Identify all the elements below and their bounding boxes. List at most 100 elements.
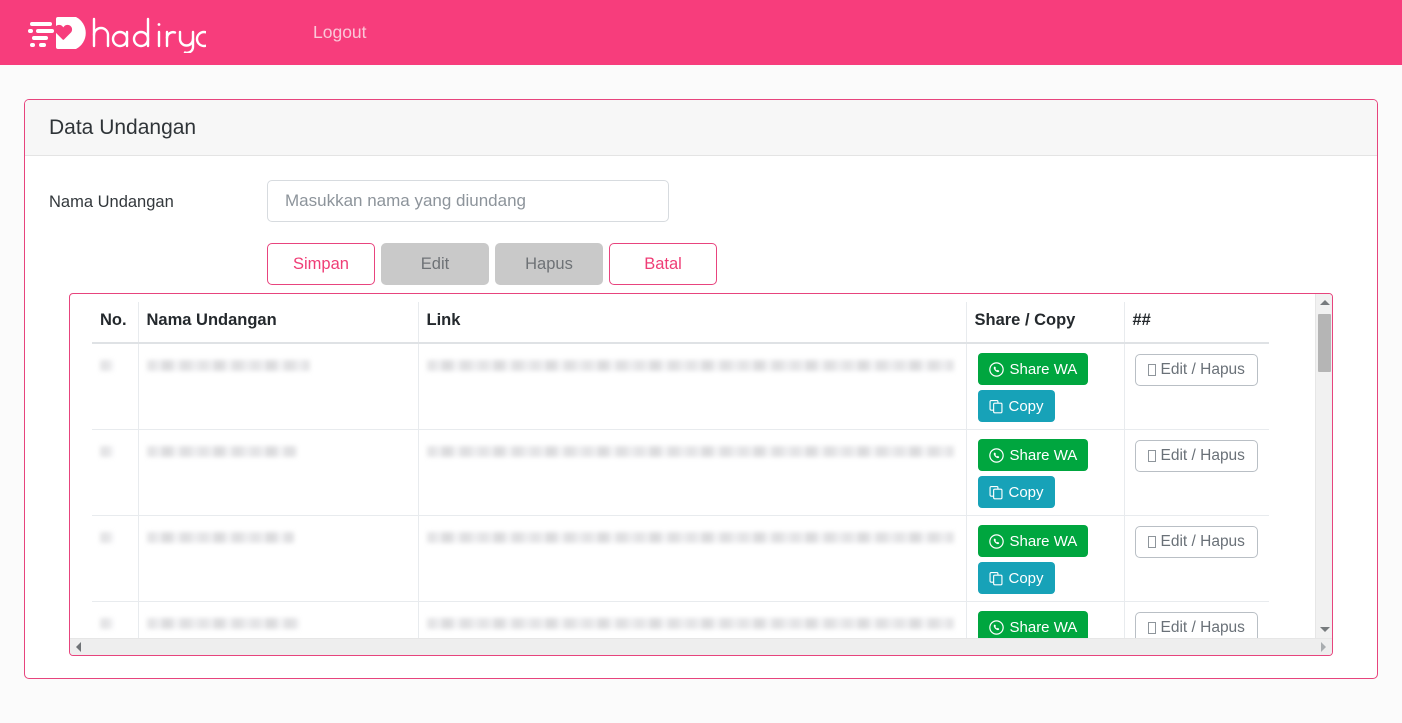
- logout-link[interactable]: Logout: [303, 16, 377, 49]
- cell-no: [92, 515, 139, 602]
- vertical-scrollbar-thumb[interactable]: [1318, 314, 1331, 372]
- copy-icon: [988, 399, 1003, 413]
- invitation-form: Nama Undangan Simpan Edit Hapus Batal: [49, 180, 1353, 285]
- cell-no: [92, 429, 139, 516]
- redacted-value: [100, 532, 113, 543]
- table-row: Share WA Copy: [92, 429, 1269, 516]
- hapus-button[interactable]: Hapus: [495, 243, 603, 285]
- chevron-up-icon: [1319, 300, 1330, 305]
- heart-speed-logo-icon: [28, 16, 206, 53]
- edit-hapus-label: Edit / Hapus: [1160, 619, 1245, 636]
- form-button-row: Simpan Edit Hapus Batal: [267, 243, 1353, 285]
- cell-link: [418, 515, 967, 602]
- nama-undangan-input[interactable]: [267, 180, 669, 222]
- edit-hapus-label: Edit / Hapus: [1160, 361, 1245, 378]
- share-wa-label: Share WA: [1009, 446, 1078, 464]
- share-wa-label: Share WA: [1009, 360, 1078, 378]
- missing-glyph-tofu-icon: [1147, 536, 1156, 548]
- chevron-left-icon: [76, 642, 81, 652]
- undangan-table: No. Nama Undangan Link Share / Copy ## S…: [92, 302, 1269, 638]
- missing-glyph-tofu-icon: [1147, 364, 1156, 376]
- cell-actions: Edit / Hapus: [1124, 429, 1269, 516]
- scroll-right-button[interactable]: [1315, 639, 1332, 655]
- column-header-no[interactable]: No.: [92, 302, 139, 344]
- missing-glyph-tofu-icon: [1147, 450, 1156, 462]
- column-header-share[interactable]: Share / Copy: [966, 302, 1125, 344]
- cell-link: [418, 429, 967, 516]
- edit-hapus-button[interactable]: Edit / Hapus: [1134, 354, 1258, 386]
- brand-logo[interactable]: [28, 11, 206, 55]
- redacted-value: [100, 360, 113, 371]
- redacted-value: [426, 618, 954, 629]
- table-header-row: No. Nama Undangan Link Share / Copy ##: [92, 302, 1269, 344]
- table-horizontal-scrollbar[interactable]: [70, 638, 1332, 655]
- cell-nama: [138, 515, 419, 602]
- edit-hapus-button[interactable]: Edit / Hapus: [1134, 526, 1258, 558]
- redacted-value: [146, 360, 310, 371]
- table-scroll-viewport: No. Nama Undangan Link Share / Copy ## S…: [70, 294, 1315, 638]
- navbar-links: Logout: [303, 16, 377, 49]
- cell-nama: [138, 343, 419, 430]
- redacted-value: [426, 446, 954, 457]
- table-row: Share WA Copy: [92, 515, 1269, 602]
- batal-button[interactable]: Batal: [609, 243, 717, 285]
- cell-no: [92, 343, 139, 430]
- cell-share-copy: Share WA Copy: [966, 515, 1125, 602]
- chevron-down-icon: [1319, 627, 1330, 632]
- page-title: Data Undangan: [49, 116, 197, 139]
- edit-hapus-button[interactable]: Edit / Hapus: [1134, 612, 1258, 638]
- whatsapp-icon: [988, 447, 1004, 463]
- whatsapp-icon: [988, 533, 1004, 549]
- share-wa-button[interactable]: Share WA: [977, 439, 1089, 471]
- redacted-value: [100, 618, 113, 629]
- column-header-nama[interactable]: Nama Undangan: [138, 302, 419, 344]
- column-header-hash[interactable]: ##: [1124, 302, 1269, 344]
- form-controls: Simpan Edit Hapus Batal: [267, 180, 1353, 285]
- cell-link: [418, 343, 967, 430]
- redacted-value: [146, 532, 294, 543]
- cell-share-copy: Share WA Copy: [966, 343, 1125, 430]
- share-wa-button[interactable]: Share WA: [977, 611, 1089, 638]
- cell-nama: [138, 601, 419, 638]
- scroll-up-button[interactable]: [1316, 294, 1332, 311]
- share-wa-button[interactable]: Share WA: [977, 525, 1089, 557]
- share-wa-label: Share WA: [1009, 532, 1078, 550]
- copy-label: Copy: [1008, 483, 1044, 501]
- edit-hapus-button[interactable]: Edit / Hapus: [1134, 440, 1258, 472]
- scroll-left-button[interactable]: [70, 639, 87, 655]
- whatsapp-icon: [988, 619, 1004, 635]
- simpan-button[interactable]: Simpan: [267, 243, 375, 285]
- top-navbar: Logout: [0, 0, 1402, 65]
- redacted-value: [426, 360, 954, 371]
- cell-share-copy: Share WA Copy: [966, 601, 1125, 638]
- redacted-value: [100, 446, 113, 457]
- edit-button[interactable]: Edit: [381, 243, 489, 285]
- table-row: Share WA Copy: [92, 601, 1269, 638]
- share-wa-button[interactable]: Share WA: [977, 353, 1089, 385]
- cell-actions: Edit / Hapus: [1124, 343, 1269, 430]
- chevron-right-icon: [1321, 642, 1326, 652]
- redacted-value: [146, 446, 297, 457]
- cell-link: [418, 601, 967, 638]
- cell-nama: [138, 429, 419, 516]
- copy-label: Copy: [1008, 569, 1044, 587]
- data-table-panel: No. Nama Undangan Link Share / Copy ## S…: [69, 293, 1333, 656]
- whatsapp-icon: [988, 361, 1004, 377]
- copy-button[interactable]: Copy: [977, 476, 1055, 508]
- copy-button[interactable]: Copy: [977, 390, 1055, 422]
- scroll-down-button[interactable]: [1316, 621, 1332, 638]
- redacted-value: [426, 532, 954, 543]
- copy-label: Copy: [1008, 397, 1044, 415]
- copy-icon: [988, 571, 1003, 585]
- cell-share-copy: Share WA Copy: [966, 429, 1125, 516]
- copy-button[interactable]: Copy: [977, 562, 1055, 594]
- copy-icon: [988, 485, 1003, 499]
- card-header: Data Undangan: [25, 100, 1377, 156]
- edit-hapus-label: Edit / Hapus: [1160, 533, 1245, 550]
- data-undangan-card: Data Undangan Nama Undangan Simpan Edit …: [24, 99, 1378, 679]
- table-vertical-scrollbar[interactable]: [1315, 294, 1332, 638]
- column-header-link[interactable]: Link: [418, 302, 967, 344]
- card-body: Nama Undangan Simpan Edit Hapus Batal: [25, 156, 1377, 678]
- share-wa-label: Share WA: [1009, 618, 1078, 636]
- cell-actions: Edit / Hapus: [1124, 601, 1269, 638]
